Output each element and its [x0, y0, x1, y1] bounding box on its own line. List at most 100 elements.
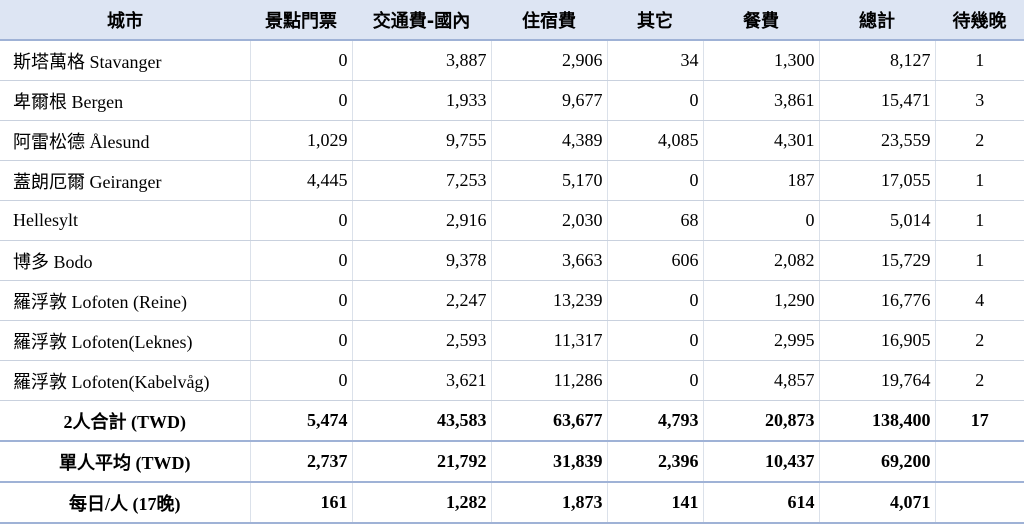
summary-nights — [935, 441, 1024, 483]
cell-total: 16,905 — [819, 320, 936, 361]
cell-meals: 4,301 — [703, 120, 820, 161]
cell-total: 23,559 — [819, 120, 936, 161]
cell-city: 羅浮敦 Lofoten(Leknes) — [0, 320, 251, 361]
cell-lodging: 4,389 — [491, 120, 608, 161]
cell-tickets: 0 — [250, 80, 353, 121]
expense-table: 城市 景點門票 交通費-國內 住宿費 其它 餐費 總計 待幾晚 斯塔萬格 Sta… — [0, 0, 1024, 524]
summary-meals: 614 — [703, 482, 820, 524]
cell-other: 68 — [607, 200, 704, 241]
header-nights: 待幾晚 — [935, 0, 1024, 41]
summary-other: 4,793 — [607, 400, 704, 442]
cell-lodging: 9,677 — [491, 80, 608, 121]
table-row: 斯塔萬格 Stavanger 0 3,887 2,906 34 1,300 8,… — [0, 40, 1024, 81]
cell-tickets: 0 — [250, 40, 353, 81]
header-tickets: 景點門票 — [250, 0, 352, 41]
summary-label: 2人合計 (TWD) — [0, 400, 251, 442]
summary-nights: 17 — [935, 400, 1024, 442]
header-lodging: 住宿費 — [491, 0, 607, 41]
cell-total: 15,729 — [819, 240, 936, 281]
cell-nights: 3 — [935, 80, 1024, 121]
cell-total: 16,776 — [819, 280, 936, 321]
cell-city: 羅浮敦 Lofoten(Kabelvåg) — [0, 360, 251, 401]
summary-label: 單人平均 (TWD) — [0, 441, 251, 483]
cell-total: 15,471 — [819, 80, 936, 121]
summary-transport: 21,792 — [352, 441, 492, 483]
cell-nights: 2 — [935, 120, 1024, 161]
cell-other: 0 — [607, 160, 704, 201]
cell-lodging: 5,170 — [491, 160, 608, 201]
cell-total: 17,055 — [819, 160, 936, 201]
table-row: Hellesylt 0 2,916 2,030 68 0 5,014 1 — [0, 200, 1024, 241]
summary-other: 2,396 — [607, 441, 704, 483]
table-row: 博多 Bodo 0 9,378 3,663 606 2,082 15,729 1 — [0, 240, 1024, 281]
cell-transport: 7,253 — [352, 160, 492, 201]
summary-meals: 20,873 — [703, 400, 820, 442]
cell-transport: 2,247 — [352, 280, 492, 321]
cell-transport: 3,621 — [352, 360, 492, 401]
cell-lodging: 2,030 — [491, 200, 608, 241]
cell-tickets: 1,029 — [250, 120, 353, 161]
cell-other: 0 — [607, 280, 704, 321]
table-row: 羅浮敦 Lofoten (Reine) 0 2,247 13,239 0 1,2… — [0, 280, 1024, 321]
cell-lodging: 2,906 — [491, 40, 608, 81]
cell-tickets: 0 — [250, 280, 353, 321]
table-row: 蓋朗厄爾 Geiranger 4,445 7,253 5,170 0 187 1… — [0, 160, 1024, 201]
cell-other: 4,085 — [607, 120, 704, 161]
summary-total: 4,071 — [819, 482, 936, 524]
cell-meals: 1,290 — [703, 280, 820, 321]
cell-city: 博多 Bodo — [0, 240, 251, 281]
summary-lodging: 31,839 — [491, 441, 608, 483]
summary-nights — [935, 482, 1024, 524]
cell-other: 0 — [607, 80, 704, 121]
cell-transport: 2,916 — [352, 200, 492, 241]
cell-nights: 1 — [935, 240, 1024, 281]
cell-other: 34 — [607, 40, 704, 81]
cell-nights: 2 — [935, 320, 1024, 361]
header-row: 城市 景點門票 交通費-國內 住宿費 其它 餐費 總計 待幾晚 — [0, 0, 1024, 41]
cell-other: 0 — [607, 360, 704, 401]
cell-nights: 1 — [935, 160, 1024, 201]
summary-row-per-day: 每日/人 (17晚) 161 1,282 1,873 141 614 4,071 — [0, 482, 1024, 524]
cell-transport: 3,887 — [352, 40, 492, 81]
cell-lodging: 3,663 — [491, 240, 608, 281]
summary-row-total: 2人合計 (TWD) 5,474 43,583 63,677 4,793 20,… — [0, 400, 1024, 442]
summary-row-average: 單人平均 (TWD) 2,737 21,792 31,839 2,396 10,… — [0, 441, 1024, 483]
cell-transport: 2,593 — [352, 320, 492, 361]
cell-nights: 1 — [935, 200, 1024, 241]
cell-meals: 0 — [703, 200, 820, 241]
cell-transport: 9,378 — [352, 240, 492, 281]
cell-tickets: 0 — [250, 320, 353, 361]
table-row: 羅浮敦 Lofoten(Leknes) 0 2,593 11,317 0 2,9… — [0, 320, 1024, 361]
cell-city: 阿雷松德 Ålesund — [0, 120, 251, 161]
cell-city: Hellesylt — [0, 200, 251, 241]
summary-tickets: 161 — [250, 482, 353, 524]
cell-transport: 9,755 — [352, 120, 492, 161]
cell-lodging: 11,317 — [491, 320, 608, 361]
summary-lodging: 63,677 — [491, 400, 608, 442]
cell-nights: 2 — [935, 360, 1024, 401]
header-city: 城市 — [0, 0, 250, 41]
cell-total: 19,764 — [819, 360, 936, 401]
table-row: 羅浮敦 Lofoten(Kabelvåg) 0 3,621 11,286 0 4… — [0, 360, 1024, 401]
cell-nights: 4 — [935, 280, 1024, 321]
cell-meals: 4,857 — [703, 360, 820, 401]
cell-nights: 1 — [935, 40, 1024, 81]
summary-transport: 1,282 — [352, 482, 492, 524]
cell-city: 斯塔萬格 Stavanger — [0, 40, 251, 81]
header-other: 其它 — [607, 0, 703, 41]
cell-meals: 3,861 — [703, 80, 820, 121]
cell-meals: 2,082 — [703, 240, 820, 281]
cell-city: 羅浮敦 Lofoten (Reine) — [0, 280, 251, 321]
summary-total: 69,200 — [819, 441, 936, 483]
cell-tickets: 4,445 — [250, 160, 353, 201]
summary-tickets: 5,474 — [250, 400, 353, 442]
table-row: 阿雷松德 Ålesund 1,029 9,755 4,389 4,085 4,3… — [0, 120, 1024, 161]
cell-tickets: 0 — [250, 360, 353, 401]
cell-meals: 1,300 — [703, 40, 820, 81]
summary-total: 138,400 — [819, 400, 936, 442]
cell-city: 卑爾根 Bergen — [0, 80, 251, 121]
cell-lodging: 11,286 — [491, 360, 608, 401]
cell-meals: 2,995 — [703, 320, 820, 361]
summary-tickets: 2,737 — [250, 441, 353, 483]
cell-city: 蓋朗厄爾 Geiranger — [0, 160, 251, 201]
